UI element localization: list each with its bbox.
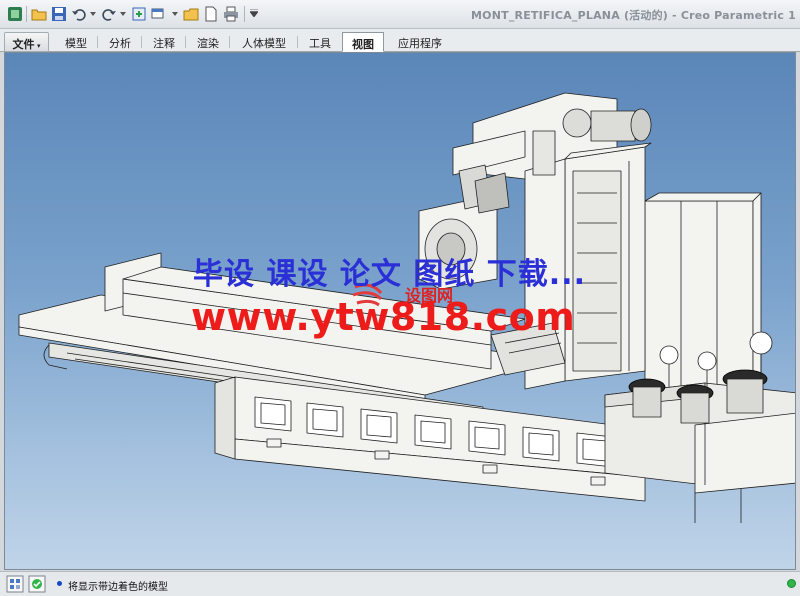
tab-model[interactable]: 模型 [56,32,96,52]
tab-label: 工具 [309,37,331,50]
window-switch-icon[interactable] [150,5,167,22]
watermark-headline: 毕设 课设 论文 图纸 下载... [193,257,586,292]
tab-tools[interactable]: 工具 [300,32,340,52]
app-icon[interactable] [6,5,23,22]
graphics-viewport[interactable]: 设图网 毕设 课设 论文 图纸 下载... www.ytw818.com [4,52,796,570]
regenerate-icon[interactable] [130,5,147,22]
tab-applications[interactable]: 应用程序 [388,32,452,52]
new-file-icon[interactable] [202,5,219,22]
tab-label: 注释 [153,37,175,50]
tab-label: 分析 [109,37,131,50]
window-title: MONT_RETIFICA_PLANA (活动的) - Creo Paramet… [471,9,796,22]
undo-icon[interactable] [70,5,87,22]
tab-render[interactable]: 渲染 [188,32,228,52]
open-icon[interactable] [30,5,47,22]
status-message: 将显示带边着色的模型 [68,582,168,593]
watermark-url: www.ytw818.com [191,295,576,339]
tab-label: 人体模型 [242,37,286,50]
undo-dropdown-icon[interactable] [90,11,96,17]
tab-analysis[interactable]: 分析 [100,32,140,52]
save-icon[interactable] [50,5,67,22]
customize-icon[interactable] [250,9,258,17]
status-indicator-icon[interactable] [787,579,796,588]
tab-manikin[interactable]: 人体模型 [232,32,296,52]
tab-label: 渲染 [197,37,219,50]
tab-label: 文件 [12,38,35,51]
redo-icon[interactable] [100,5,117,22]
status-bullet-icon [57,581,62,586]
status-bar: 将显示带边着色的模型 [0,571,800,596]
selection-filter-icon[interactable] [6,575,24,593]
smart-select-icon[interactable] [28,575,46,593]
print-icon[interactable] [222,5,239,22]
tab-label: 模型 [65,37,87,50]
redo-dropdown-icon[interactable] [120,11,126,17]
new-folder-icon[interactable] [182,5,199,22]
tab-annotate[interactable]: 注释 [144,32,184,52]
quick-access-toolbar: MONT_RETIFICA_PLANA (活动的) - Creo Paramet… [0,0,800,29]
ribbon-tabs: 文件 ▾ 模型 分析 注释 渲染 人体模型 工具 视图 应用程序 [0,29,800,52]
tab-label: 应用程序 [398,37,442,50]
tab-label: 视图 [352,38,374,51]
tab-view[interactable]: 视图 [342,32,384,52]
window-dropdown-icon[interactable] [172,11,178,17]
creo-window: MONT_RETIFICA_PLANA (活动的) - Creo Paramet… [0,0,800,596]
tab-file[interactable]: 文件 ▾ [4,32,49,52]
